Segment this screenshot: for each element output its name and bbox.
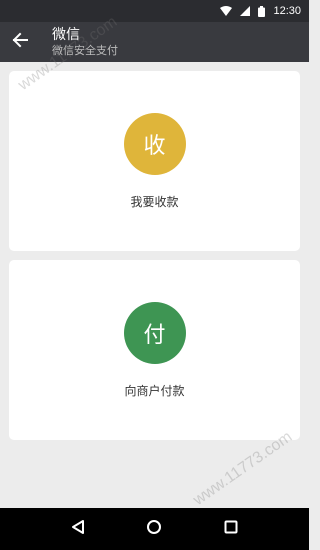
receive-money-card[interactable]: 收 我要收款 bbox=[9, 71, 300, 251]
wifi-icon bbox=[220, 6, 233, 16]
receive-icon: 收 bbox=[123, 113, 186, 175]
receive-glyph: 收 bbox=[143, 134, 166, 159]
battery-icon bbox=[258, 5, 266, 17]
nav-back-button[interactable] bbox=[66, 517, 90, 541]
navigation-bar bbox=[0, 508, 309, 550]
page-subtitle: 微信安全支付 bbox=[52, 43, 118, 57]
status-bar: 12:30 bbox=[0, 0, 309, 22]
back-triangle-icon bbox=[70, 519, 86, 539]
nav-home-button[interactable] bbox=[142, 517, 166, 541]
receive-label: 我要收款 bbox=[130, 195, 179, 209]
app-bar: 微信 微信安全支付 bbox=[0, 22, 309, 62]
recents-square-icon bbox=[223, 519, 239, 539]
signal-icon bbox=[240, 6, 251, 16]
watermark-bottom: www.11773.com bbox=[190, 428, 296, 509]
page-title: 微信 bbox=[52, 26, 80, 43]
status-time: 12:30 bbox=[273, 5, 301, 17]
pay-merchant-card[interactable]: 付 向商户付款 bbox=[9, 260, 300, 440]
pay-glyph: 付 bbox=[143, 323, 166, 348]
title-block: 微信 微信安全支付 bbox=[52, 27, 118, 58]
screen: 12:30 微信 微信安全支付 收 我要收款 付 向商户付款 www.11773… bbox=[0, 0, 309, 550]
pay-label: 向商户付款 bbox=[124, 384, 185, 398]
pay-icon: 付 bbox=[123, 302, 186, 364]
home-circle-icon bbox=[146, 519, 162, 539]
arrow-left-icon bbox=[12, 32, 28, 52]
back-button[interactable] bbox=[0, 22, 40, 62]
nav-recents-button[interactable] bbox=[219, 517, 243, 541]
